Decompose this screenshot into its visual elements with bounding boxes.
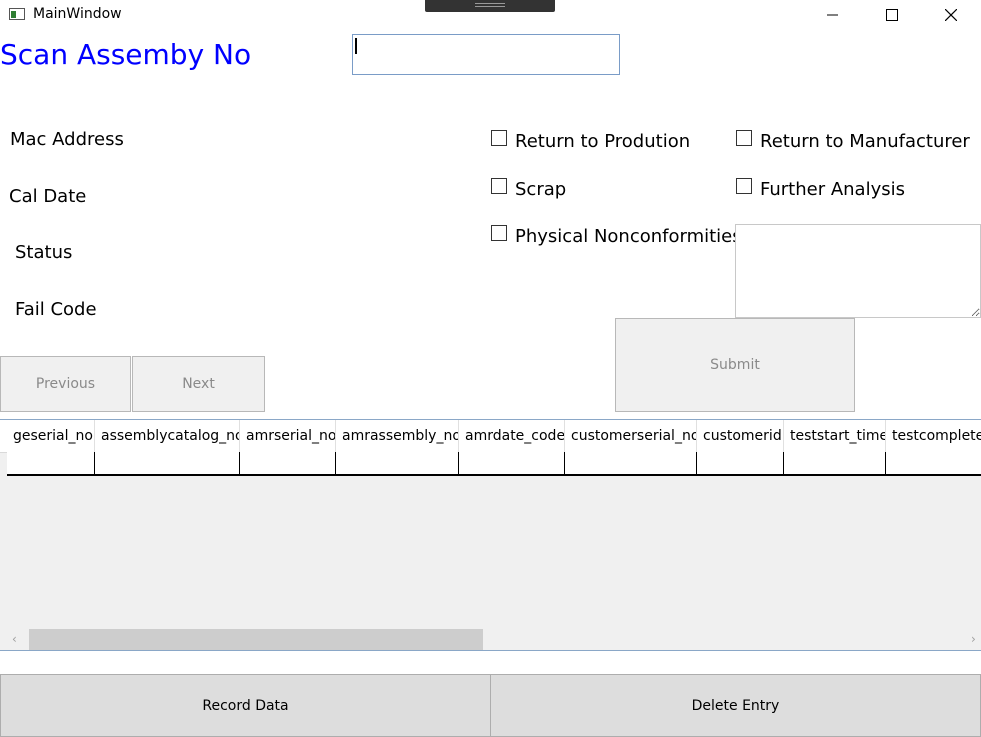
column-header[interactable]: amrassembly_no	[336, 420, 459, 452]
drag-grip-handle[interactable]	[425, 0, 555, 12]
submit-button[interactable]: Submit	[615, 318, 855, 412]
table-cell[interactable]	[7, 452, 95, 474]
title-bar: MainWindow	[0, 0, 981, 30]
next-button[interactable]: Next	[132, 356, 265, 412]
physical-nonconformities-label: Physical Nonconformities	[515, 226, 742, 247]
horizontal-scrollbar[interactable]: ‹ ›	[0, 629, 981, 650]
maximize-icon	[886, 9, 898, 21]
app-window-icon	[9, 8, 25, 20]
text-caret	[355, 38, 357, 54]
column-header[interactable]: assemblycatalog_no	[95, 420, 240, 452]
scroll-right-icon[interactable]: ›	[971, 632, 976, 646]
close-button[interactable]	[928, 0, 974, 30]
mac-address-label: Mac Address	[10, 129, 124, 150]
table-cell[interactable]	[565, 452, 697, 474]
checkbox-box[interactable]	[736, 177, 752, 194]
physical-nonconformities-checkbox[interactable]: Physical Nonconformities	[491, 224, 742, 247]
return-to-manufacturer-label: Return to Manufacturer	[760, 131, 970, 152]
column-header[interactable]: geserial_no	[7, 420, 95, 452]
grid-header: geserial_no assemblycatalog_no amrserial…	[0, 420, 981, 453]
scan-assembly-label: Scan Assemby No	[0, 38, 252, 71]
scan-assembly-input[interactable]	[352, 34, 620, 75]
column-header[interactable]: customerid	[697, 420, 784, 452]
table-cell[interactable]	[95, 452, 240, 474]
return-to-production-checkbox[interactable]: Return to Prodution	[491, 129, 691, 152]
table-cell[interactable]	[240, 452, 336, 474]
column-header[interactable]: customerserial_no	[565, 420, 697, 452]
status-label: Status	[15, 242, 73, 263]
scroll-left-icon[interactable]: ‹	[12, 632, 17, 646]
column-header[interactable]: teststart_time	[784, 420, 886, 452]
column-header[interactable]: amrserial_no	[240, 420, 336, 452]
minimize-button[interactable]	[810, 0, 856, 30]
close-icon	[945, 9, 957, 21]
checkbox-box[interactable]	[736, 129, 752, 146]
table-row[interactable]	[7, 452, 981, 476]
delete-entry-button[interactable]: Delete Entry	[490, 674, 981, 737]
scrap-label: Scrap	[515, 179, 567, 200]
previous-button[interactable]: Previous	[0, 356, 131, 412]
nonconformities-notes-textarea[interactable]	[735, 224, 981, 318]
cal-date-label: Cal Date	[9, 186, 87, 207]
table-cell[interactable]	[886, 452, 981, 474]
window-title: MainWindow	[33, 6, 122, 22]
table-cell[interactable]	[459, 452, 565, 474]
further-analysis-label: Further Analysis	[760, 179, 906, 200]
checkbox-box[interactable]	[491, 177, 507, 194]
table-cell[interactable]	[336, 452, 459, 474]
fail-code-label: Fail Code	[15, 299, 97, 320]
maximize-button[interactable]	[869, 0, 915, 30]
column-header[interactable]: amrdate_code	[459, 420, 565, 452]
return-to-manufacturer-checkbox[interactable]: Return to Manufacturer	[736, 129, 970, 152]
scrap-checkbox[interactable]: Scrap	[491, 177, 567, 200]
scrollbar-thumb[interactable]	[29, 629, 483, 650]
table-cell[interactable]	[697, 452, 784, 474]
record-data-button[interactable]: Record Data	[0, 674, 491, 737]
column-header[interactable]: testcomplete_	[886, 420, 981, 452]
table-cell[interactable]	[784, 452, 886, 474]
checkbox-box[interactable]	[491, 224, 507, 241]
data-grid[interactable]: geserial_no assemblycatalog_no amrserial…	[0, 419, 981, 651]
checkbox-box[interactable]	[491, 129, 507, 146]
return-to-production-label: Return to Prodution	[515, 131, 691, 152]
further-analysis-checkbox[interactable]: Further Analysis	[736, 177, 906, 200]
minimize-icon	[827, 14, 838, 16]
